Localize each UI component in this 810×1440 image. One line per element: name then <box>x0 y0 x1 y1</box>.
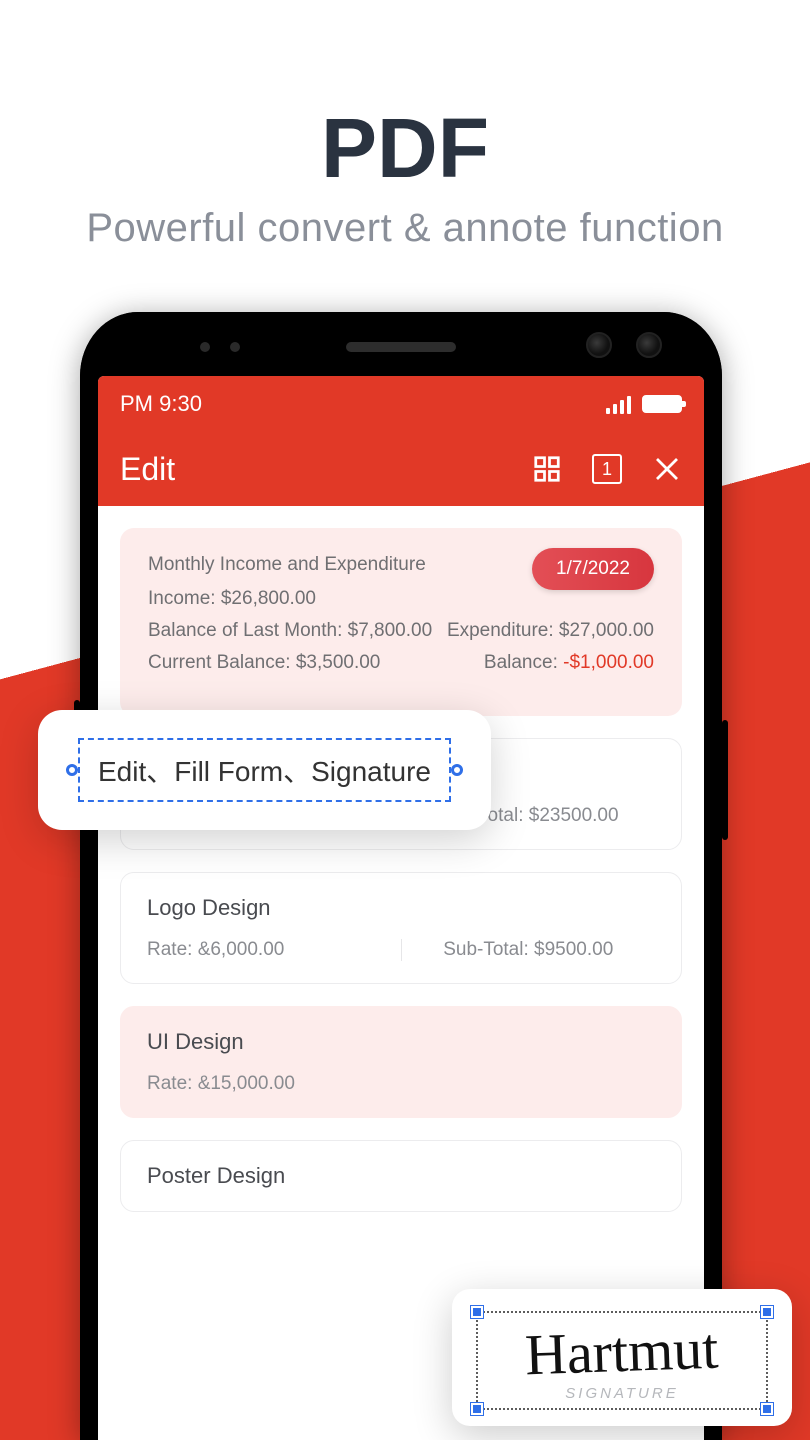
item-subtotal <box>401 1073 655 1095</box>
summary-balance-value: -$1,000.00 <box>563 652 654 673</box>
toolbar: Edit 1 <box>98 432 704 506</box>
text-selection-box[interactable]: Edit、Fill Form、Signature <box>78 738 451 802</box>
edit-text-popup[interactable]: Edit、Fill Form、Signature <box>38 710 491 830</box>
summary-expenditure: Expenditure: $27,000.00 <box>447 620 654 642</box>
signal-icon <box>606 394 634 414</box>
item-name: Logo Design <box>147 895 655 921</box>
item-name: UI Design <box>147 1029 655 1055</box>
page-title: PDF <box>0 100 810 197</box>
summary-balance: Balance: -$1,000.00 <box>484 652 654 674</box>
resize-handle[interactable] <box>471 1403 483 1415</box>
document-area[interactable]: 1/7/2022 Monthly Income and Expenditure … <box>98 506 704 1234</box>
summary-income: Income: $26,800.00 <box>148 588 654 610</box>
status-bar: PM 9:30 <box>98 376 704 432</box>
item-card-selected[interactable]: UI Design Rate: &15,000.00 <box>120 1006 682 1118</box>
resize-handle[interactable] <box>761 1306 773 1318</box>
date-pill[interactable]: 1/7/2022 <box>532 548 654 590</box>
item-card[interactable]: Poster Design <box>120 1140 682 1212</box>
selection-handle-left[interactable] <box>66 764 78 776</box>
toolbar-title: Edit <box>120 451 532 488</box>
summary-current-balance: Current Balance: $3,500.00 <box>148 652 380 674</box>
close-icon[interactable] <box>652 454 682 484</box>
summary-balance-last: Balance of Last Month: $7,800.00 <box>148 620 432 642</box>
summary-card: 1/7/2022 Monthly Income and Expenditure … <box>120 528 682 716</box>
item-name: Poster Design <box>147 1163 655 1189</box>
signature-script: Hartmut <box>524 1320 719 1385</box>
item-rate: Rate: &6,000.00 <box>147 939 402 961</box>
resize-handle[interactable] <box>761 1403 773 1415</box>
selection-handle-right[interactable] <box>451 764 463 776</box>
item-subtotal: Sub-Total: $9500.00 <box>402 939 656 961</box>
signature-selection-box[interactable]: Hartmut SIGNATURE <box>476 1311 768 1410</box>
item-rate: Rate: &15,000.00 <box>147 1073 401 1095</box>
page-subtitle: Powerful convert & annote function <box>0 206 810 251</box>
page-number: 1 <box>602 459 612 480</box>
phone-side-button <box>722 720 728 840</box>
item-card[interactable]: Logo Design Rate: &6,000.00 Sub-Total: $… <box>120 872 682 984</box>
signature-popup[interactable]: Hartmut SIGNATURE <box>452 1289 792 1426</box>
battery-icon <box>642 395 682 413</box>
status-time: PM 9:30 <box>120 391 202 417</box>
phone-screen: PM 9:30 Edit 1 <box>98 376 704 1440</box>
phone-notch <box>80 312 722 376</box>
page-count-button[interactable]: 1 <box>592 454 622 484</box>
signature-label: SIGNATURE <box>490 1385 754 1402</box>
phone-frame: PM 9:30 Edit 1 <box>80 312 722 1440</box>
selected-text: Edit、Fill Form、Signature <box>98 756 431 787</box>
resize-handle[interactable] <box>471 1306 483 1318</box>
grid-icon[interactable] <box>532 454 562 484</box>
